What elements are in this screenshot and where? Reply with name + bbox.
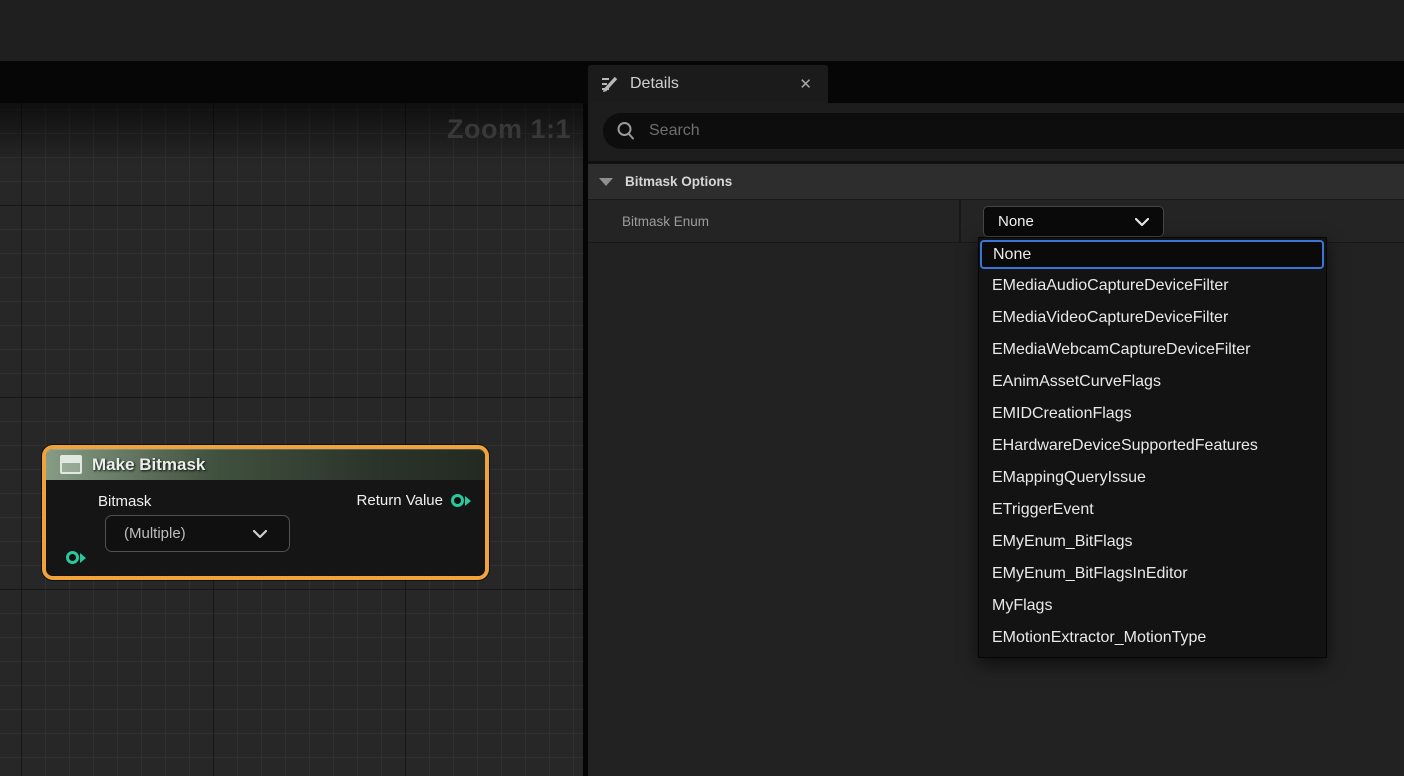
search-strip: Search [588, 103, 1404, 163]
search-icon [615, 120, 637, 142]
bitmask-enum-label: Bitmask Enum [622, 200, 709, 242]
enum-dropdown-list: NoneEMediaAudioCaptureDeviceFilterEMedia… [978, 237, 1327, 658]
bitmask-pin-label: Bitmask [98, 493, 151, 510]
enum-option[interactable]: EMotionExtractor_MotionType [979, 622, 1326, 654]
chevron-down-icon [253, 530, 267, 538]
pin-circle-icon [66, 551, 79, 564]
make-bitmask-node[interactable]: Make Bitmask Bitmask (Multiple) Return V… [42, 445, 489, 580]
search-placeholder: Search [649, 122, 700, 140]
search-input[interactable]: Search [603, 113, 1404, 149]
expand-arrow-icon [599, 178, 613, 186]
enum-option[interactable]: EMediaVideoCaptureDeviceFilter [979, 302, 1326, 334]
chevron-down-icon [1135, 218, 1149, 226]
bitmask-input-pin[interactable] [66, 551, 86, 564]
details-panel-icon [600, 74, 620, 94]
bitmask-enum-value: None [998, 213, 1034, 230]
enum-option[interactable]: EHardwareDeviceSupportedFeatures [979, 430, 1326, 462]
blueprint-graph-canvas[interactable]: Zoom 1:1 Make Bitmask Bitmask (Multiple) [0, 103, 583, 776]
unreal-editor-window: Details ✕ Zoom 1:1 Make Bitmask Bitmask … [0, 0, 1404, 776]
return-value-label: Return Value [357, 492, 443, 509]
graph-zoom-level: Zoom 1:1 [447, 114, 571, 145]
enum-option[interactable]: EMyEnum_BitFlagsInEditor [979, 558, 1326, 590]
tab-details[interactable]: Details ✕ [588, 65, 828, 103]
enum-option[interactable]: MyFlags [979, 590, 1326, 622]
section-bitmask-options[interactable]: Bitmask Options [588, 163, 1404, 199]
enum-option[interactable]: EMyEnum_BitFlags [979, 526, 1326, 558]
top-toolbar [0, 0, 1404, 61]
tab-details-label: Details [630, 75, 795, 93]
column-divider[interactable] [959, 200, 961, 242]
enum-option[interactable]: ETriggerEvent [979, 494, 1326, 526]
pure-function-icon [60, 455, 82, 474]
enum-option[interactable]: None [980, 240, 1324, 269]
return-value-output-pin[interactable] [451, 494, 471, 507]
make-bitmask-node-header[interactable]: Make Bitmask [46, 449, 485, 480]
bitmask-value-text: (Multiple) [124, 525, 186, 542]
bitmask-value-dropdown[interactable]: (Multiple) [105, 515, 290, 552]
node-title: Make Bitmask [92, 455, 205, 475]
enum-option[interactable]: EMediaWebcamCaptureDeviceFilter [979, 334, 1326, 366]
pin-circle-icon [451, 494, 464, 507]
enum-option[interactable]: EMappingQueryIssue [979, 462, 1326, 494]
details-panel: Search Bitmask Options Bitmask Enum None… [588, 103, 1404, 776]
pin-arrow-icon [80, 553, 86, 563]
bitmask-enum-combobox[interactable]: None [983, 206, 1164, 237]
close-icon[interactable]: ✕ [795, 75, 816, 93]
enum-option[interactable]: EMIDCreationFlags [979, 398, 1326, 430]
make-bitmask-node-body: Bitmask (Multiple) Return Value [46, 480, 485, 576]
enum-option[interactable]: EMediaAudioCaptureDeviceFilter [979, 270, 1326, 302]
return-value-output: Return Value [357, 492, 471, 509]
section-title: Bitmask Options [625, 174, 732, 189]
pin-arrow-icon [465, 496, 471, 506]
enum-option[interactable]: EAnimAssetCurveFlags [979, 366, 1326, 398]
